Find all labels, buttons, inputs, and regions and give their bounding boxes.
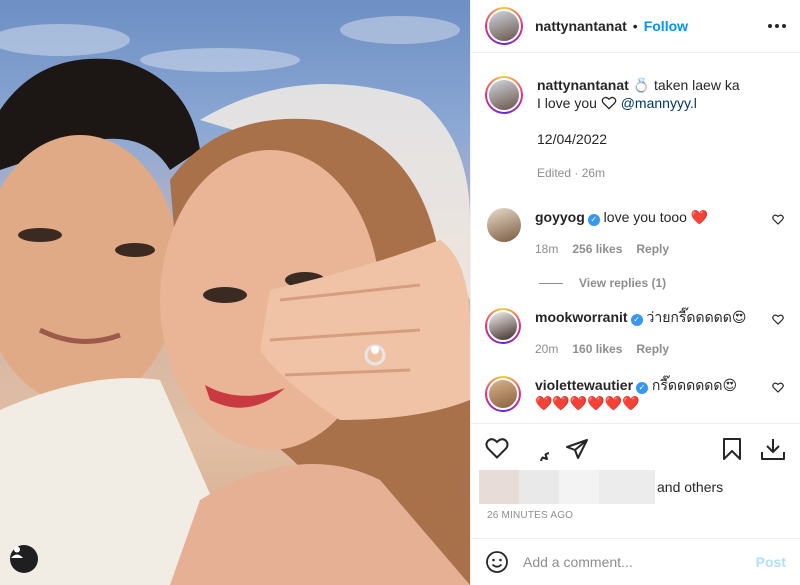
caption-avatar[interactable] — [485, 76, 523, 114]
user-tag-icon — [11, 546, 23, 558]
caption-line2: I love you — [537, 95, 597, 111]
comment-item: violettewautier ✓ กรี๊ดดดดดด😍 ❤️❤️❤️❤️❤️❤… — [485, 376, 786, 412]
like-comment-icon[interactable] — [772, 382, 784, 393]
caption-date: 12/04/2022 — [537, 131, 608, 147]
comment-input[interactable] — [523, 554, 756, 570]
commenter-avatar[interactable] — [485, 308, 521, 344]
heart-icon[interactable] — [485, 437, 509, 459]
commenter-username[interactable]: goyyog — [535, 209, 585, 225]
share-icon[interactable] — [565, 437, 589, 461]
comment-likes[interactable]: 256 likes — [572, 240, 622, 258]
comment-time: 18m — [535, 242, 559, 256]
author-avatar[interactable] — [485, 7, 523, 45]
author-username[interactable]: nattynantanat — [535, 18, 627, 34]
comment-item: goyyog ✓ love you tooo ❤️ 18m 256 likes R… — [485, 208, 786, 258]
comment-text: กรี๊ดดดดดด — [651, 377, 723, 393]
add-comment-bar: Post — [471, 538, 800, 585]
action-bar — [471, 423, 800, 473]
comment-emoji: ❤️ — [690, 209, 709, 225]
verified-icon: ✓ — [587, 214, 600, 226]
post-caption: nattynantanat 💍 taken laew ka I love you… — [485, 54, 786, 182]
heart-outline-icon — [601, 96, 617, 110]
emoji-icon[interactable] — [485, 550, 509, 574]
bookmark-icon[interactable] — [722, 437, 742, 461]
edited-meta: Edited · 26m — [537, 166, 606, 180]
caption-text: nattynantanat 💍 taken laew ka I love you… — [537, 76, 740, 182]
photo-illustration — [0, 16, 470, 585]
post-panel: nattynantanat • Follow nattynantanat 💍 t… — [470, 0, 800, 585]
likes-summary[interactable]: and others — [479, 470, 723, 504]
comment-hearts: ❤️❤️❤️❤️❤️❤️ — [535, 395, 640, 411]
comments-list[interactable]: nattynantanat 💍 taken laew ka I love you… — [471, 54, 800, 422]
comment-item: mookworranit ✓ ว่ายกรี๊ดดดดด😍 20m 160 lik… — [485, 308, 786, 358]
ring-icon: 💍 — [632, 77, 651, 93]
comment-likes[interactable]: 160 likes — [572, 340, 622, 358]
follow-button[interactable]: Follow — [644, 18, 688, 34]
comment-text: love you tooo — [603, 209, 687, 225]
post-comment-button[interactable]: Post — [756, 554, 786, 570]
comment-time: 20m — [535, 342, 559, 356]
view-replies-button[interactable]: View replies (1) — [539, 276, 786, 290]
comment-emoji: 😍 — [731, 309, 747, 325]
more-icon[interactable] — [768, 24, 786, 28]
caption-mention[interactable]: @mannyyy.l — [621, 95, 697, 111]
comment-emoji: 😍 — [722, 377, 738, 393]
likes-text: and others — [657, 479, 724, 495]
commenter-username[interactable]: mookworranit — [535, 309, 628, 325]
commenter-avatar[interactable] — [485, 376, 521, 412]
like-comment-icon[interactable] — [772, 214, 784, 225]
reply-button[interactable]: Reply — [636, 240, 669, 258]
user-tag-button[interactable] — [10, 545, 38, 573]
commenter-avatar[interactable] — [487, 208, 521, 242]
commenter-username[interactable]: violettewautier — [535, 377, 633, 393]
post-photo[interactable] — [0, 0, 470, 585]
separator-dot: • — [632, 18, 638, 34]
caption-line1: taken laew ka — [654, 77, 740, 93]
caption-username[interactable]: nattynantanat — [537, 77, 629, 93]
like-comment-icon[interactable] — [772, 314, 784, 325]
comment-icon[interactable] — [525, 437, 549, 461]
comment-text: ว่ายกรี๊ดดดดด — [646, 309, 732, 325]
view-replies-label: View replies (1) — [579, 276, 667, 290]
verified-icon: ✓ — [636, 382, 649, 394]
post-timestamp: 26 MINUTES AGO — [487, 510, 574, 521]
reply-button[interactable]: Reply — [636, 340, 669, 358]
verified-icon: ✓ — [630, 314, 643, 326]
post-header: nattynantanat • Follow — [471, 0, 800, 53]
download-icon[interactable] — [760, 437, 786, 461]
